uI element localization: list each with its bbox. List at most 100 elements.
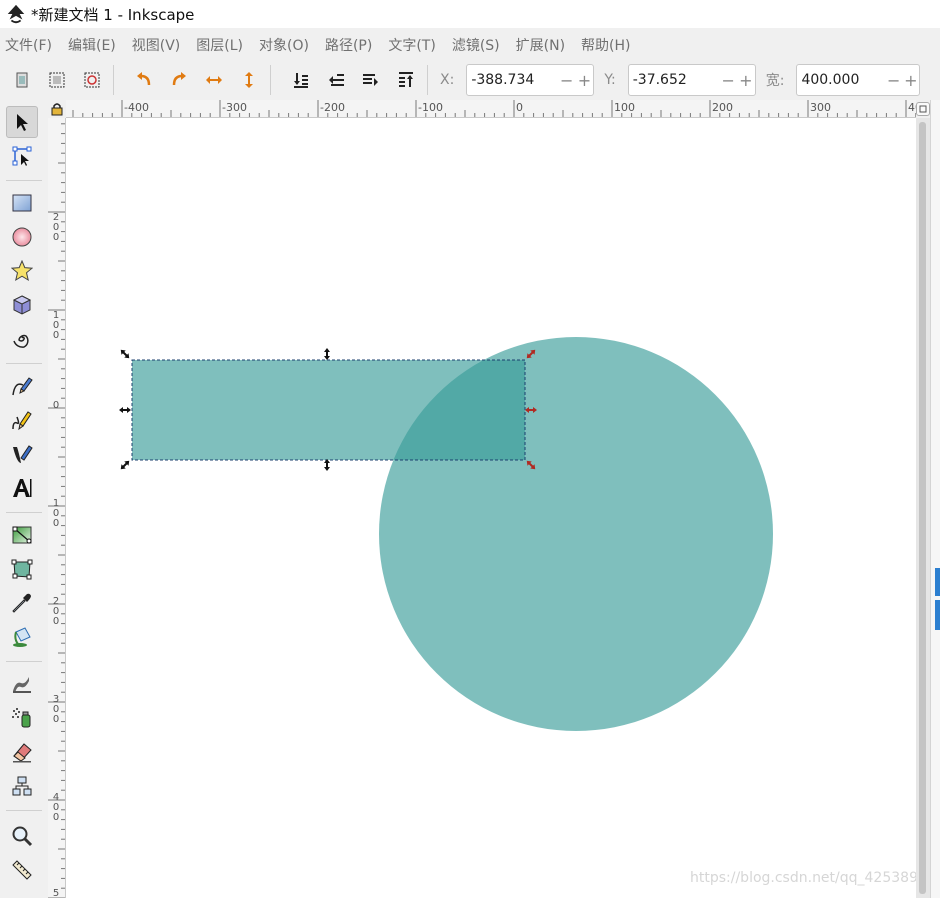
width-increment[interactable]: + [902,71,919,90]
rectangle-tool[interactable] [6,187,38,219]
scrollbar-thumb[interactable] [919,122,926,894]
rotate-cw-icon [172,72,186,86]
vruler-label: 2 0 0 [52,212,60,243]
menu-filters[interactable]: 滤镜(S) [452,35,500,55]
text-tool-icon [13,479,32,497]
pencil-tool[interactable] [6,404,38,436]
lock-icon [51,103,63,116]
menu-file[interactable]: 文件(F) [5,35,52,55]
menu-text[interactable]: 文字(T) [388,35,435,55]
node-tool[interactable] [6,140,38,172]
x-increment[interactable]: + [576,71,594,90]
selector-tool[interactable] [6,106,38,138]
pen-tool[interactable] [6,370,38,402]
inkscape-logo-icon [7,4,25,24]
watermark-text: https://blog.csdn.net/qq_42538951 [690,870,916,886]
y-label: Y: [604,72,616,88]
hruler-label: 100 [614,101,635,114]
zoom-correction-toggle[interactable] [916,102,930,116]
rectangle-object[interactable] [132,360,525,460]
scale-handle-left[interactable] [119,407,131,413]
toolbar-separator [427,65,428,95]
calligraphy-icon [13,445,33,463]
tweak-tool[interactable] [6,668,38,700]
menu-path[interactable]: 路径(P) [325,35,372,55]
inkscape-window: *新建文档 1 - Inkscape 文件(F) 编辑(E) 视图(V) 图层(… [0,0,940,898]
lower-button[interactable] [323,67,349,93]
vertical-ruler[interactable]: 2 0 0 1 0 0 0 1 0 0 2 0 0 3 0 0 4 0 0 5 [48,118,66,898]
select-all-layers-button[interactable] [44,67,70,93]
node-edit-icon [12,146,32,166]
scale-handle-top-left[interactable] [119,348,132,361]
x-decrement[interactable]: − [558,71,576,90]
horizontal-ruler[interactable]: -400 -300 -200 -100 0 100 200 300 40 [66,100,916,118]
scale-handle-bottom[interactable] [324,459,330,471]
vertical-scrollbar[interactable] [916,118,930,898]
text-tool[interactable] [6,472,38,504]
raise-to-top-button[interactable] [393,67,419,93]
spray-tool[interactable] [6,702,38,734]
dropper-tool[interactable] [6,587,38,619]
paint-bucket-tool[interactable] [6,621,38,653]
dropper-icon [12,593,31,613]
spiral-tool[interactable] [6,323,38,355]
bezier-pen-icon [12,377,33,396]
menu-layer[interactable]: 图层(L) [196,35,243,55]
flip-horizontal-button[interactable] [201,67,227,93]
rotate-ccw-button[interactable] [131,67,157,93]
y-decrement[interactable]: − [719,71,737,90]
hruler-label: -400 [124,101,149,114]
menu-view[interactable]: 视图(V) [132,35,181,55]
drawing-canvas[interactable]: https://blog.csdn.net/qq_42538951 [66,118,916,898]
guide-lock-toggle[interactable] [48,100,66,118]
menu-extensions[interactable]: 扩展(N) [516,35,565,55]
spray-icon [12,708,31,728]
rotate-cw-button[interactable] [166,67,192,93]
y-value[interactable]: -37.652 [629,72,720,88]
dock-tab[interactable] [935,600,940,630]
title-bar: *新建文档 1 - Inkscape [0,0,940,28]
width-value[interactable]: 400.000 [797,72,885,88]
pencil-icon [12,411,32,431]
ellipse-tool[interactable] [6,221,38,253]
select-all-button[interactable] [9,67,35,93]
box3d-tool[interactable] [6,289,38,321]
measure-tool[interactable] [6,854,38,886]
dock-tab[interactable] [935,568,940,596]
menu-help[interactable]: 帮助(H) [581,35,630,55]
x-value[interactable]: -388.734 [467,72,558,88]
connector-tool[interactable] [6,770,38,802]
menu-object[interactable]: 对象(O) [259,35,309,55]
gradient-tool[interactable] [6,519,38,551]
flip-vertical-button[interactable] [236,67,262,93]
zoom-tool[interactable] [6,820,38,852]
y-spinbox[interactable]: -37.652 − + [627,64,756,96]
select-all-layers-icon [49,72,65,88]
toolbox-separator [6,363,42,364]
x-spinbox[interactable]: -388.734 − + [466,64,595,96]
raise-button[interactable] [358,67,384,93]
calligraphy-tool[interactable] [6,438,38,470]
mesh-tool[interactable] [6,553,38,585]
toolbox [0,100,46,898]
measure-icon [12,860,32,880]
tool-controls-bar: X: -388.734 − + Y: -37.652 − + 宽: 400.00… [0,60,940,100]
deselect-button[interactable] [79,67,105,93]
scale-handle-bottom-left[interactable] [119,459,132,472]
lower-to-bottom-button[interactable] [288,67,314,93]
menu-edit[interactable]: 编辑(E) [68,35,116,55]
horizontal-ruler-ticks [72,100,916,117]
eraser-tool[interactable] [6,736,38,768]
hruler-label: -100 [418,101,443,114]
toolbar-separator [270,65,271,95]
deselect-icon [84,72,100,88]
width-decrement[interactable]: − [885,71,902,90]
star-tool[interactable] [6,255,38,287]
width-label: 宽: [765,73,785,89]
width-spinbox[interactable]: 400.000 − + [796,64,921,96]
y-increment[interactable]: + [737,71,755,90]
scale-handle-top[interactable] [324,348,330,360]
dock-panel-edge[interactable] [930,100,940,898]
menu-bar: 文件(F) 编辑(E) 视图(V) 图层(L) 对象(O) 路径(P) 文字(T… [0,32,940,58]
connector-icon [12,776,32,796]
